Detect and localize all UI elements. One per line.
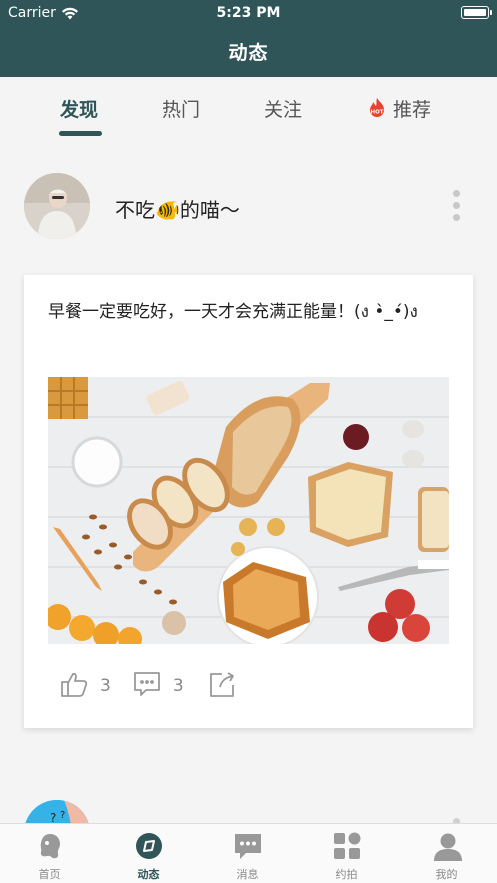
message-icon — [234, 832, 262, 860]
bottom-tab-bar: 首页 动态 消息 约拍 我的 — [0, 823, 497, 883]
like-count: 3 — [100, 676, 111, 696]
post-actions: 3 3 — [60, 671, 236, 701]
tab-discover[interactable]: 发现 — [60, 95, 98, 122]
comment-count: 3 — [172, 676, 184, 696]
post-text: 早餐一定要吃好，一天才会充满正能量！(ง •̀_•́)ง — [48, 302, 418, 322]
hot-flame-icon: HOT — [367, 97, 387, 124]
status-bar: Carrier 5:23 PM — [0, 0, 497, 26]
post-image[interactable] — [48, 377, 449, 644]
share-button[interactable] — [208, 670, 236, 703]
tab-recommend-label: 推荐 — [393, 99, 432, 121]
tabbar-home[interactable]: 首页 — [0, 824, 99, 883]
profile-icon — [433, 832, 462, 861]
tab-hot[interactable]: 热门 — [162, 95, 200, 122]
username[interactable]: 不吃🐠的喵～ — [115, 194, 240, 223]
tabbar-feed-label: 动态 — [137, 868, 160, 881]
compass-icon — [135, 832, 163, 860]
tabbar-booking-label: 约拍 — [335, 868, 358, 881]
svg-text:?: ? — [60, 810, 65, 821]
status-time: 5:23 PM — [216, 5, 281, 21]
user-avatar[interactable] — [24, 173, 90, 239]
tabbar-booking[interactable]: 约拍 — [297, 824, 396, 883]
share-icon — [208, 670, 236, 703]
page-title: 动态 — [228, 42, 269, 64]
home-icon — [36, 832, 64, 860]
like-button[interactable]: 3 — [60, 670, 111, 703]
tab-recommend[interactable]: HOT 推荐 — [367, 95, 431, 124]
tabbar-profile-label: 我的 — [435, 868, 458, 881]
comment-button[interactable]: 3 — [133, 670, 184, 703]
grid-icon — [333, 832, 361, 860]
tabbar-feed[interactable]: 动态 — [99, 824, 198, 883]
thumbs-up-icon — [60, 670, 88, 703]
tab-follow[interactable]: 关注 — [264, 95, 302, 122]
comment-icon — [133, 670, 161, 703]
more-options-icon[interactable] — [452, 190, 462, 224]
active-tab-indicator — [59, 131, 102, 136]
tabbar-messages[interactable]: 消息 — [198, 824, 297, 883]
post-card: 早餐一定要吃好，一天才会充满正能量！(ง •̀_•́)ง 3 3 — [24, 275, 473, 728]
tabbar-messages-label: 消息 — [236, 868, 259, 881]
tabbar-home-label: 首页 — [38, 868, 61, 881]
header: Carrier 5:23 PM 动态 — [0, 0, 497, 77]
battery-icon — [461, 6, 492, 19]
tabbar-profile[interactable]: 我的 — [397, 824, 496, 883]
svg-text:HOT: HOT — [370, 110, 383, 116]
